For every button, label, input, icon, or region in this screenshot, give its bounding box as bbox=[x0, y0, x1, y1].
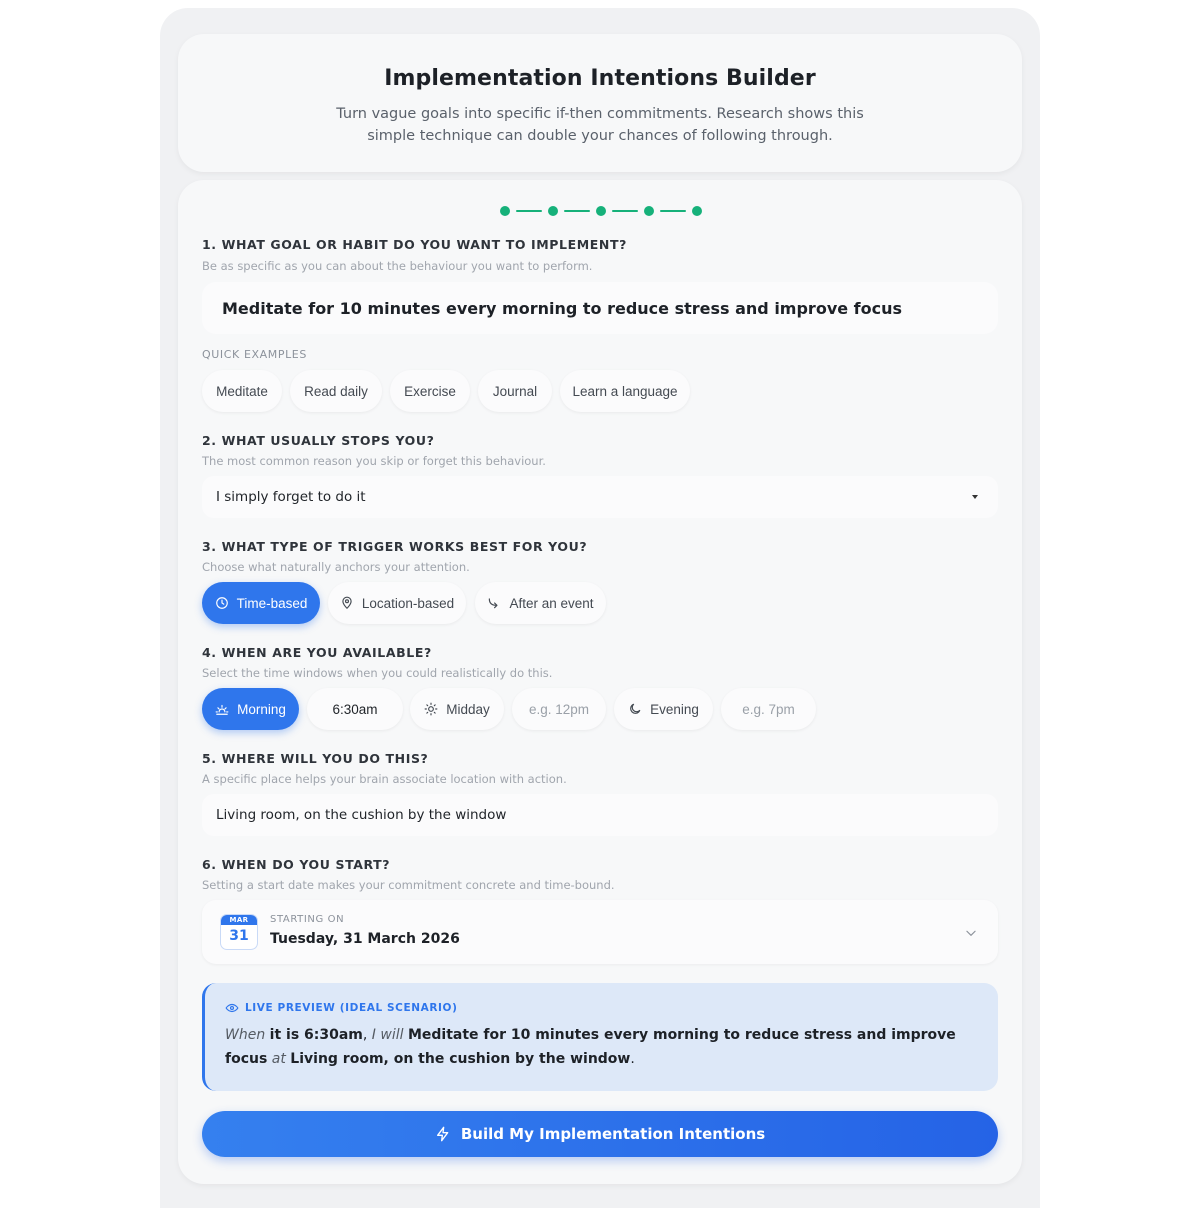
goal-input[interactable]: Meditate for 10 minutes every morning to… bbox=[202, 282, 998, 334]
calendar-month: MAR bbox=[221, 915, 257, 925]
starting-on-label: STARTING ON bbox=[270, 914, 345, 925]
step-connector bbox=[564, 210, 590, 212]
trigger-option-location-based[interactable]: Location-based bbox=[328, 582, 466, 624]
preview-location: Living room, on the cushion by the windo… bbox=[290, 1051, 631, 1067]
obstacle-select[interactable]: I simply forget to do it bbox=[202, 476, 998, 518]
obstacle-section-hint: The most common reason you skip or forge… bbox=[202, 454, 546, 468]
step-dot-3 bbox=[596, 206, 606, 216]
step-dot-5 bbox=[692, 206, 702, 216]
preview-when-word: When bbox=[225, 1027, 266, 1043]
start-date-value: Tuesday, 31 March 2026 bbox=[270, 931, 460, 947]
eye-icon bbox=[225, 1003, 239, 1013]
availability-midday-toggle[interactable]: Midday bbox=[410, 688, 504, 730]
location-input[interactable]: Living room, on the cushion by the windo… bbox=[202, 794, 998, 836]
obstacle-section-label: 2. WHAT USUALLY STOPS YOU? bbox=[202, 433, 435, 448]
start-section-label: 6. WHEN DO YOU START? bbox=[202, 857, 391, 872]
availability-midday-label: Midday bbox=[446, 701, 490, 717]
live-preview-label: LIVE PREVIEW (IDEAL SCENARIO) bbox=[245, 1002, 458, 1014]
availability-evening-label: Evening bbox=[650, 701, 699, 717]
progress-stepper bbox=[500, 204, 702, 218]
build-button-label: Build My Implementation Intentions bbox=[460, 1125, 766, 1143]
availability-morning-label: Morning bbox=[237, 701, 286, 717]
obstacle-select-value: I simply forget to do it bbox=[216, 489, 366, 505]
moon-icon bbox=[630, 703, 641, 714]
trigger-section-hint: Choose what naturally anchors your atten… bbox=[202, 560, 470, 574]
trigger-option-label: Location-based bbox=[361, 595, 455, 611]
lightning-icon bbox=[436, 1126, 449, 1142]
evening-time-input[interactable]: e.g. 7pm bbox=[721, 688, 816, 730]
arrow-turn-icon bbox=[489, 598, 498, 609]
availability-section-hint: Select the time windows when you could r… bbox=[202, 666, 553, 680]
preview-period: . bbox=[630, 1051, 635, 1067]
location-pin-icon bbox=[342, 596, 352, 610]
chevron-down-icon bbox=[966, 930, 976, 936]
availability-morning-toggle[interactable]: Morning bbox=[202, 688, 299, 730]
step-connector bbox=[660, 210, 686, 212]
trigger-option-label: Time-based bbox=[236, 595, 308, 611]
availability-evening-toggle[interactable]: Evening bbox=[614, 688, 713, 730]
clock-icon bbox=[215, 597, 228, 609]
step-connector bbox=[516, 210, 542, 212]
location-section-hint: A specific place helps your brain associ… bbox=[202, 772, 567, 786]
location-section-label: 5. WHERE WILL YOU DO THIS? bbox=[202, 751, 429, 766]
page-subtitle: Turn vague goals into specific if-then c… bbox=[336, 106, 864, 144]
morning-time-input[interactable]: 6:30am bbox=[307, 688, 403, 730]
step-dot-2 bbox=[548, 206, 558, 216]
quick-examples-label: QUICK EXAMPLES bbox=[202, 348, 307, 361]
trigger-option-time-based[interactable]: Time-based bbox=[202, 582, 320, 624]
step-dot-1 bbox=[500, 206, 510, 216]
live-preview-sentence: When it is 6:30am, I will Meditate for 1… bbox=[225, 1023, 978, 1071]
preview-trigger: it is 6:30am bbox=[269, 1027, 363, 1043]
page-title: Implementation Intentions Builder bbox=[384, 66, 816, 91]
trigger-option-after-event[interactable]: After an event bbox=[475, 582, 606, 624]
build-intentions-button[interactable]: Build My Implementation Intentions bbox=[202, 1111, 998, 1157]
example-chip-meditate[interactable]: Meditate bbox=[202, 370, 282, 412]
goal-section-hint: Be as specific as you can about the beha… bbox=[202, 259, 593, 273]
example-chip-learn-language[interactable]: Learn a language bbox=[560, 370, 690, 412]
goal-section-label: 1. WHAT GOAL OR HABIT DO YOU WANT TO IMP… bbox=[202, 237, 627, 252]
live-preview-panel: LIVE PREVIEW (IDEAL SCENARIO) When it is… bbox=[202, 983, 998, 1091]
example-chip-read-daily[interactable]: Read daily bbox=[290, 370, 382, 412]
trigger-option-label: After an event bbox=[509, 595, 594, 611]
caret-down-icon bbox=[972, 495, 978, 499]
start-date-picker[interactable]: MAR 31 STARTING ON Tuesday, 31 March 202… bbox=[202, 900, 998, 964]
preview-at-word: at bbox=[271, 1051, 286, 1067]
step-connector bbox=[612, 210, 638, 212]
step-dot-4 bbox=[644, 206, 654, 216]
preview-will-word: I will bbox=[371, 1027, 404, 1043]
midday-time-input[interactable]: e.g. 12pm bbox=[512, 688, 606, 730]
calendar-icon: MAR 31 bbox=[220, 914, 258, 950]
header-card: Implementation Intentions Builder Turn v… bbox=[178, 34, 1022, 172]
availability-section-label: 4. WHEN ARE YOU AVAILABLE? bbox=[202, 645, 432, 660]
calendar-day: 31 bbox=[229, 928, 249, 944]
example-chip-exercise[interactable]: Exercise bbox=[390, 370, 470, 412]
sunrise-icon bbox=[215, 704, 229, 715]
sun-icon bbox=[424, 702, 438, 716]
preview-comma: , bbox=[362, 1027, 368, 1043]
trigger-section-label: 3. WHAT TYPE OF TRIGGER WORKS BEST FOR Y… bbox=[202, 539, 588, 554]
live-preview-label-row: LIVE PREVIEW (IDEAL SCENARIO) bbox=[225, 1001, 978, 1015]
example-chip-journal[interactable]: Journal bbox=[478, 370, 552, 412]
start-section-hint: Setting a start date makes your commitme… bbox=[202, 878, 615, 892]
